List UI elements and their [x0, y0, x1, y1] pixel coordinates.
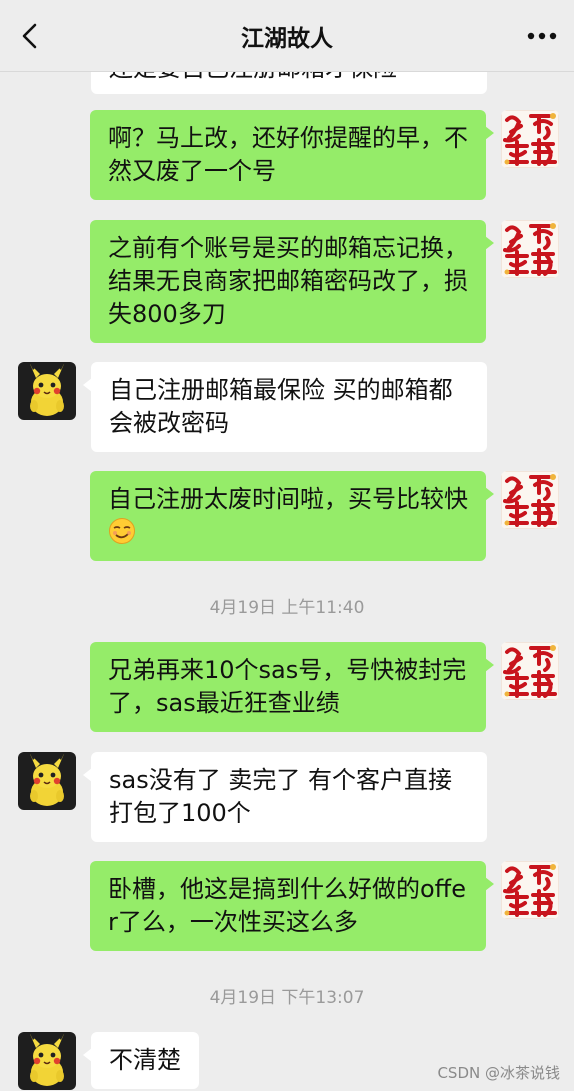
nav-bar: 江湖故人 — [0, 0, 574, 72]
contact-avatar[interactable] — [18, 752, 76, 810]
message-bubble[interactable]: 兄弟再来10个sas号，号快被封完了，sas最近狂查业绩 — [90, 642, 494, 732]
my-avatar[interactable] — [501, 110, 559, 168]
message-text: 不清楚 — [109, 1046, 181, 1074]
more-dots-icon — [527, 32, 557, 40]
timestamp: 4月19日 下午13:07 — [209, 988, 365, 1008]
message-bubble[interactable]: sas没有了 卖完了 有个客户直接打包了100个 — [83, 752, 487, 842]
message-text: 之前有个账号是买的邮箱忘记换，结果无良商家把邮箱密码改了，损失800多刀 — [108, 234, 468, 328]
my-avatar[interactable] — [501, 220, 559, 278]
message-bubble[interactable]: 啊？马上改，还好你提醒的早，不然又废了一个号 — [90, 110, 494, 200]
more-button[interactable] — [520, 18, 564, 54]
chat-area[interactable]: 还是要自己注册邮箱才保险 啊？马上改，还好你提醒的早，不然又废了一个号 之前有个… — [0, 72, 574, 1091]
message-text: 兄弟再来10个sas号，号快被封完了，sas最近狂查业绩 — [108, 656, 467, 717]
my-avatar[interactable] — [501, 861, 559, 919]
chevron-left-icon — [22, 23, 37, 49]
contact-avatar[interactable] — [18, 1032, 76, 1090]
message-text: 自己注册太废时间啦，买号比较快 — [108, 485, 468, 513]
my-avatar[interactable] — [501, 471, 559, 529]
message-text: 自己注册邮箱最保险 买的邮箱都会被改密码 — [109, 376, 453, 437]
chat-title: 江湖故人 — [241, 25, 333, 52]
back-button[interactable] — [12, 18, 48, 54]
message-text: 卧槽，他这是搞到什么好做的offer了么，一次性买这么多 — [108, 875, 466, 936]
watermark: CSDN @冰茶说钱 — [437, 1064, 560, 1082]
smirk-emoji-icon — [109, 518, 135, 544]
contact-avatar[interactable] — [18, 362, 76, 420]
message-bubble[interactable]: 自己注册太废时间啦，买号比较快 — [90, 471, 494, 561]
message-bubble[interactable]: 卧槽，他这是搞到什么好做的offer了么，一次性买这么多 — [90, 861, 494, 951]
message-text: 啊？马上改，还好你提醒的早，不然又废了一个号 — [108, 124, 468, 185]
timestamp: 4月19日 上午11:40 — [209, 598, 365, 618]
my-avatar[interactable] — [501, 642, 559, 700]
message-text: 还是要自己注册邮箱才保险 — [109, 72, 397, 85]
message-text: sas没有了 卖完了 有个客户直接打包了100个 — [109, 766, 452, 827]
message-bubble[interactable]: 自己注册邮箱最保险 买的邮箱都会被改密码 — [83, 362, 487, 452]
message-bubble[interactable]: 不清楚 — [83, 1032, 199, 1089]
message-bubble[interactable]: 之前有个账号是买的邮箱忘记换，结果无良商家把邮箱密码改了，损失800多刀 — [90, 220, 494, 343]
message-bubble[interactable]: 还是要自己注册邮箱才保险 — [91, 72, 487, 94]
